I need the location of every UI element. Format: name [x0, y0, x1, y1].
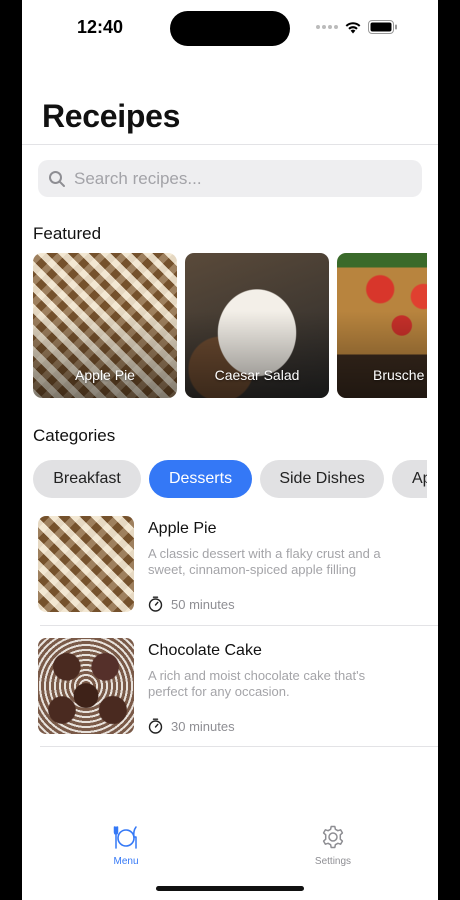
dynamic-island: [170, 11, 290, 46]
fork-knife-icon: [113, 826, 137, 849]
categories-section-title: Categories: [33, 426, 116, 445]
featured-card-label: Apple Pie: [75, 367, 135, 383]
category-chip-desserts[interactable]: Desserts: [149, 460, 252, 498]
recipe-time-label: 30 minutes: [171, 718, 235, 734]
featured-carousel[interactable]: Apple Pie Caesar Salad Brusche: [33, 253, 427, 399]
search-input[interactable]: [74, 168, 394, 189]
recipe-row-apple-pie[interactable]: Apple Pie A classic dessert with a flaky…: [38, 516, 438, 624]
recipe-title: Apple Pie: [148, 520, 217, 537]
category-chip-breakfast[interactable]: Breakfast: [33, 460, 141, 498]
row-divider: [40, 746, 438, 747]
tab-menu[interactable]: Menu: [96, 824, 156, 867]
row-divider: [40, 625, 438, 626]
home-indicator: [156, 886, 304, 891]
battery-icon: [368, 20, 397, 34]
page-title: Receipes: [42, 98, 181, 134]
featured-card-label: Brusche: [373, 367, 425, 383]
timer-icon: [148, 718, 163, 734]
recipe-title: Chocolate Cake: [148, 642, 262, 659]
wifi-icon: [345, 22, 361, 34]
category-chip-appetizers[interactable]: Ap: [392, 460, 427, 498]
status-icons: [316, 18, 398, 36]
cellular-signal-icon: [316, 25, 338, 29]
recipe-thumbnail: [38, 516, 134, 612]
category-chip-side-dishes[interactable]: Side Dishes: [260, 460, 384, 498]
recipe-time: 50 minutes: [148, 596, 235, 612]
recipe-description: A rich and moist chocolate cake that's p…: [148, 668, 366, 699]
search-bar[interactable]: [38, 160, 422, 197]
recipe-time-label: 50 minutes: [171, 596, 235, 612]
recipe-row-chocolate-cake[interactable]: Chocolate Cake A rich and moist chocolat…: [38, 638, 438, 746]
gear-icon: [322, 825, 344, 849]
featured-card-label: Caesar Salad: [214, 367, 300, 383]
featured-card-caesar-salad[interactable]: Caesar Salad: [185, 253, 329, 398]
recipe-description: A classic dessert with a flaky crust and…: [148, 546, 381, 577]
tab-menu-label: Menu: [113, 856, 139, 867]
tab-settings[interactable]: Settings: [303, 824, 363, 867]
featured-card-apple-pie[interactable]: Apple Pie: [33, 253, 177, 398]
timer-icon: [148, 596, 163, 612]
category-chips[interactable]: Breakfast Desserts Side Dishes Ap: [33, 460, 427, 500]
status-time: 12:40: [77, 17, 124, 37]
recipe-thumbnail: [38, 638, 134, 734]
featured-card-bruschetta[interactable]: Brusche: [337, 253, 427, 398]
search-icon: [49, 170, 65, 187]
app-screen: 12:40 Receipes Featured Apple Pie: [22, 0, 438, 900]
header-divider: [22, 144, 438, 145]
tab-settings-label: Settings: [314, 856, 352, 867]
recipe-time: 30 minutes: [148, 718, 235, 734]
featured-section-title: Featured: [33, 224, 102, 243]
